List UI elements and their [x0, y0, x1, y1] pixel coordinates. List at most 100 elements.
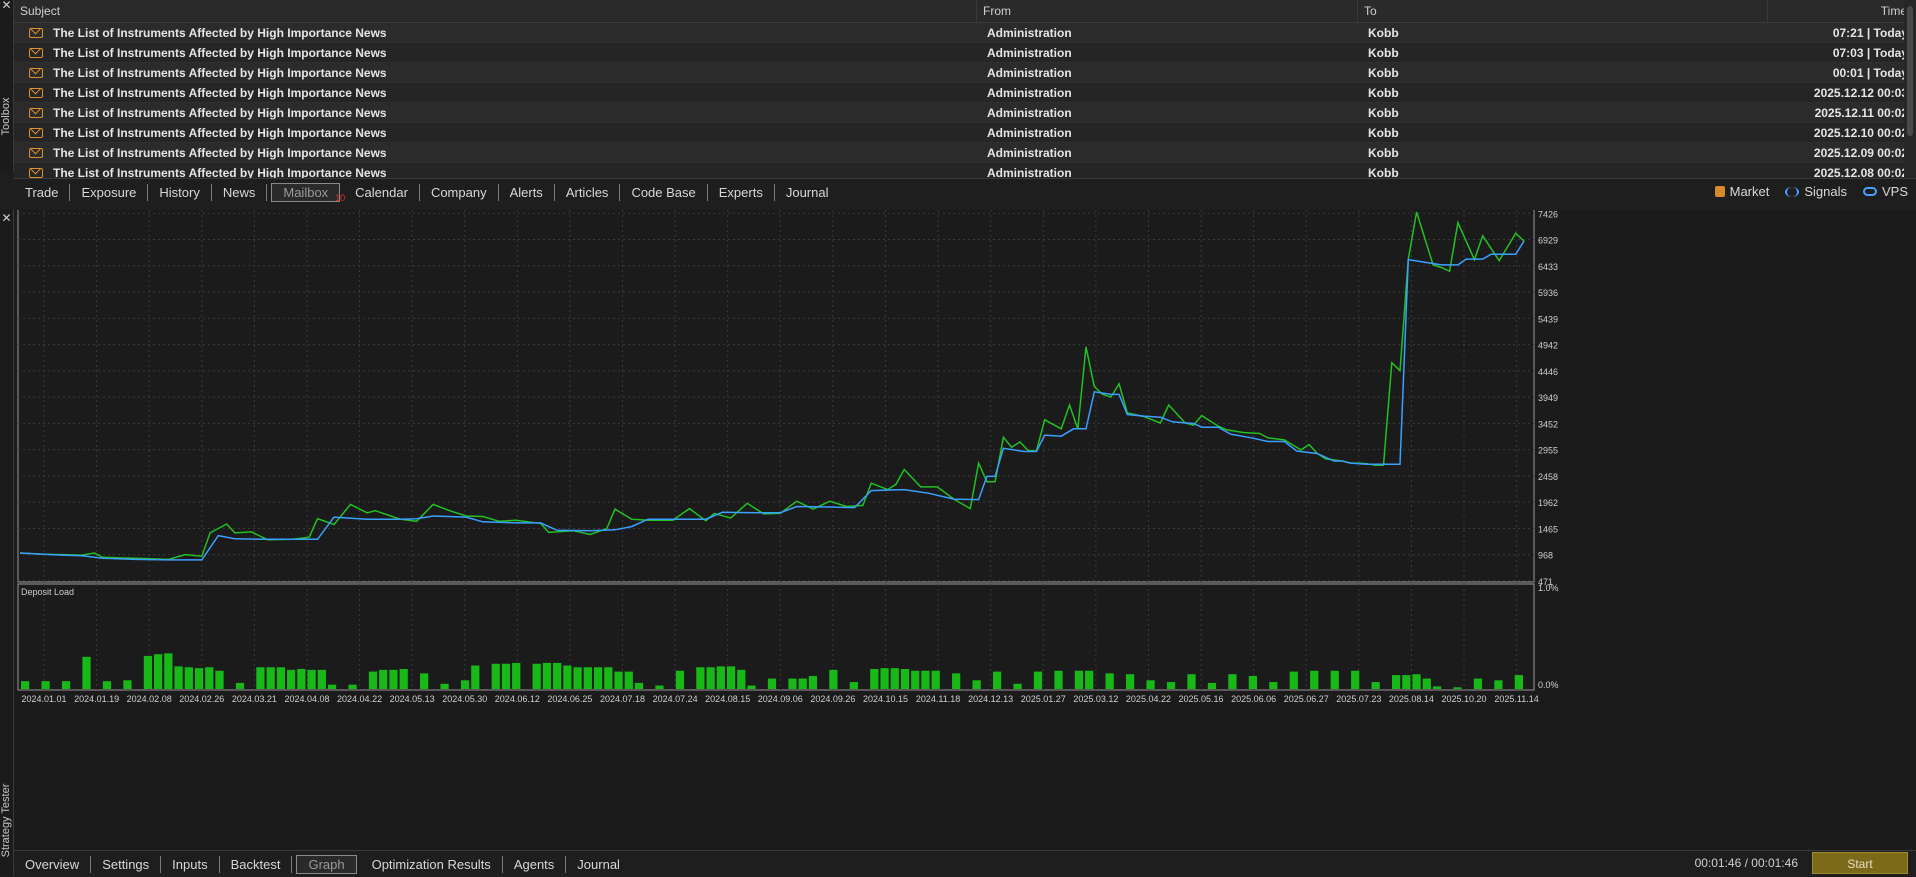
- tester-tab-journal[interactable]: Journal: [566, 856, 631, 873]
- toolbox-tab-calendar[interactable]: Calendar: [344, 184, 420, 201]
- deposit-load-bar: [399, 668, 408, 689]
- x-tick-label: 2025.06.27: [1284, 694, 1329, 704]
- x-tick-label: 2024.02.26: [179, 694, 224, 704]
- mail-row[interactable]: The List of Instruments Affected by High…: [14, 63, 1916, 83]
- column-header-time[interactable]: Time: [1768, 0, 1916, 22]
- toolbox-tab-experts[interactable]: Experts: [708, 184, 775, 201]
- toolbox-tab-alerts[interactable]: Alerts: [499, 184, 555, 201]
- x-tick-label: 2024.03.21: [232, 694, 277, 704]
- y-tick-label: 2955: [1538, 446, 1558, 456]
- deposit-load-bar: [194, 668, 204, 689]
- envelope-icon: [29, 108, 43, 118]
- mail-from: Administration: [987, 46, 1072, 60]
- x-tick-label: 2025.11.14: [1494, 694, 1538, 704]
- deposit-load-bar: [808, 675, 818, 689]
- deposit-load-bar: [1289, 671, 1298, 689]
- deposit-load-bar: [389, 669, 398, 689]
- toolbox-tab-news[interactable]: News: [212, 184, 268, 201]
- deposit-load-bar: [21, 681, 30, 689]
- mail-from: Administration: [987, 126, 1072, 140]
- tester-close-icon[interactable]: ✕: [1, 212, 12, 224]
- mail-time: 2025.12.12 00:03: [1813, 86, 1908, 100]
- mail-subject-cell: The List of Instruments Affected by High…: [14, 23, 977, 43]
- vps-link[interactable]: VPS: [1862, 184, 1908, 199]
- market-label: Market: [1729, 184, 1770, 199]
- mail-subject: The List of Instruments Affected by High…: [53, 26, 387, 40]
- mail-row[interactable]: The List of Instruments Affected by High…: [14, 163, 1916, 178]
- deposit-load-bar: [1371, 682, 1380, 689]
- tester-side-label: Strategy Tester: [0, 783, 12, 858]
- mail-row[interactable]: The List of Instruments Affected by High…: [14, 83, 1916, 103]
- mail-row[interactable]: The List of Instruments Affected by High…: [14, 23, 1916, 43]
- deposit-load-bar: [624, 671, 633, 689]
- deposit-load-bar: [798, 678, 807, 689]
- mail-row[interactable]: The List of Instruments Affected by High…: [14, 103, 1916, 123]
- tab-label: Optimization Results: [371, 856, 491, 872]
- toolbox-tab-mailbox[interactable]: Mailbox 10: [271, 183, 345, 203]
- tab-label: Inputs: [172, 856, 208, 872]
- deposit-load-title: Deposit Load: [21, 587, 74, 597]
- deposit-load-bar: [348, 684, 357, 689]
- mail-to: Kobb: [1368, 66, 1399, 80]
- y-tick-label: 3949: [1538, 393, 1558, 403]
- mail-time: 07:21 | Today: [1832, 26, 1908, 40]
- x-tick-label: 2025.10.20: [1441, 694, 1486, 704]
- toolbox-tab-journal[interactable]: Journal: [775, 184, 840, 201]
- deposit-load-bar: [829, 669, 838, 689]
- vps-label: VPS: [1881, 184, 1908, 199]
- toolbox-tab-trade[interactable]: Trade: [14, 184, 71, 201]
- mail-subject-cell: The List of Instruments Affected by High…: [14, 143, 977, 163]
- x-tick-label: 2024.09.26: [810, 694, 855, 704]
- tester-tab-overview[interactable]: Overview: [14, 855, 92, 873]
- deposit-load-bar: [542, 662, 552, 689]
- toolbox-tab-articles[interactable]: Articles: [555, 184, 621, 201]
- tab-label: Journal: [785, 185, 829, 200]
- column-header-from[interactable]: From: [977, 0, 1358, 22]
- toolbox-tab-history[interactable]: History: [148, 184, 212, 201]
- envelope-icon: [29, 28, 43, 38]
- mail-row[interactable]: The List of Instruments Affected by High…: [14, 143, 1916, 163]
- toolbox-tab-exposure[interactable]: Exposure: [70, 184, 149, 201]
- tester-tab-inputs[interactable]: Inputs: [161, 855, 220, 873]
- market-link[interactable]: Market: [1714, 184, 1770, 199]
- mail-row[interactable]: The List of Instruments Affected by High…: [14, 123, 1916, 143]
- column-header-to[interactable]: To: [1358, 0, 1768, 22]
- column-header-subject[interactable]: Subject: [14, 0, 977, 22]
- deposit-load-bar: [911, 670, 920, 689]
- toolbox-tab-company[interactable]: Company: [420, 184, 499, 201]
- toolbox-tab-code-base[interactable]: Code Base: [620, 184, 708, 201]
- y-tick-label: 6433: [1538, 262, 1558, 272]
- tab-label: Alerts: [509, 185, 543, 200]
- deposit-load-bar: [890, 668, 899, 689]
- start-button[interactable]: Start: [1812, 852, 1908, 874]
- tester-tab-backtest[interactable]: Backtest: [220, 855, 293, 873]
- tester-tab-graph[interactable]: Graph: [296, 854, 357, 874]
- tester-tab-settings[interactable]: Settings: [91, 855, 162, 873]
- deposit-load-bar: [41, 681, 50, 689]
- toolbox-side-strip: ✕ Toolbox: [0, 0, 14, 172]
- tester-tab-optimization-results[interactable]: Optimization Results: [361, 855, 503, 873]
- mail-subject-cell: The List of Instruments Affected by High…: [14, 123, 977, 143]
- deposit-load-bar: [327, 684, 337, 689]
- deposit-load-bar: [880, 668, 889, 689]
- deposit-load-bar: [143, 655, 153, 689]
- deposit-load-bar: [1187, 674, 1196, 689]
- mail-to: Kobb: [1368, 166, 1399, 178]
- deposit-load-bar: [747, 685, 756, 689]
- signals-icon: [1785, 186, 1800, 197]
- deposit-load-bar: [368, 671, 378, 689]
- tester-tab-agents[interactable]: Agents: [503, 855, 567, 873]
- toolbox-close-icon[interactable]: ✕: [1, 0, 12, 11]
- mail-row[interactable]: The List of Instruments Affected by High…: [14, 43, 1916, 63]
- deposit-load-bar: [1248, 675, 1257, 689]
- deposit-load-bar: [1105, 673, 1114, 689]
- x-tick-label: 2024.06.12: [495, 694, 540, 704]
- signals-link[interactable]: Signals: [1785, 184, 1847, 199]
- x-tick-label: 2024.09.06: [758, 694, 803, 704]
- x-tick-label: 2024.01.01: [21, 694, 66, 704]
- mailbox-scrollbar[interactable]: [1904, 0, 1916, 178]
- mail-to: Kobb: [1368, 146, 1399, 160]
- deposit-load-bar: [1432, 686, 1442, 689]
- mail-from: Administration: [987, 106, 1072, 120]
- tab-label: Code Base: [631, 185, 696, 200]
